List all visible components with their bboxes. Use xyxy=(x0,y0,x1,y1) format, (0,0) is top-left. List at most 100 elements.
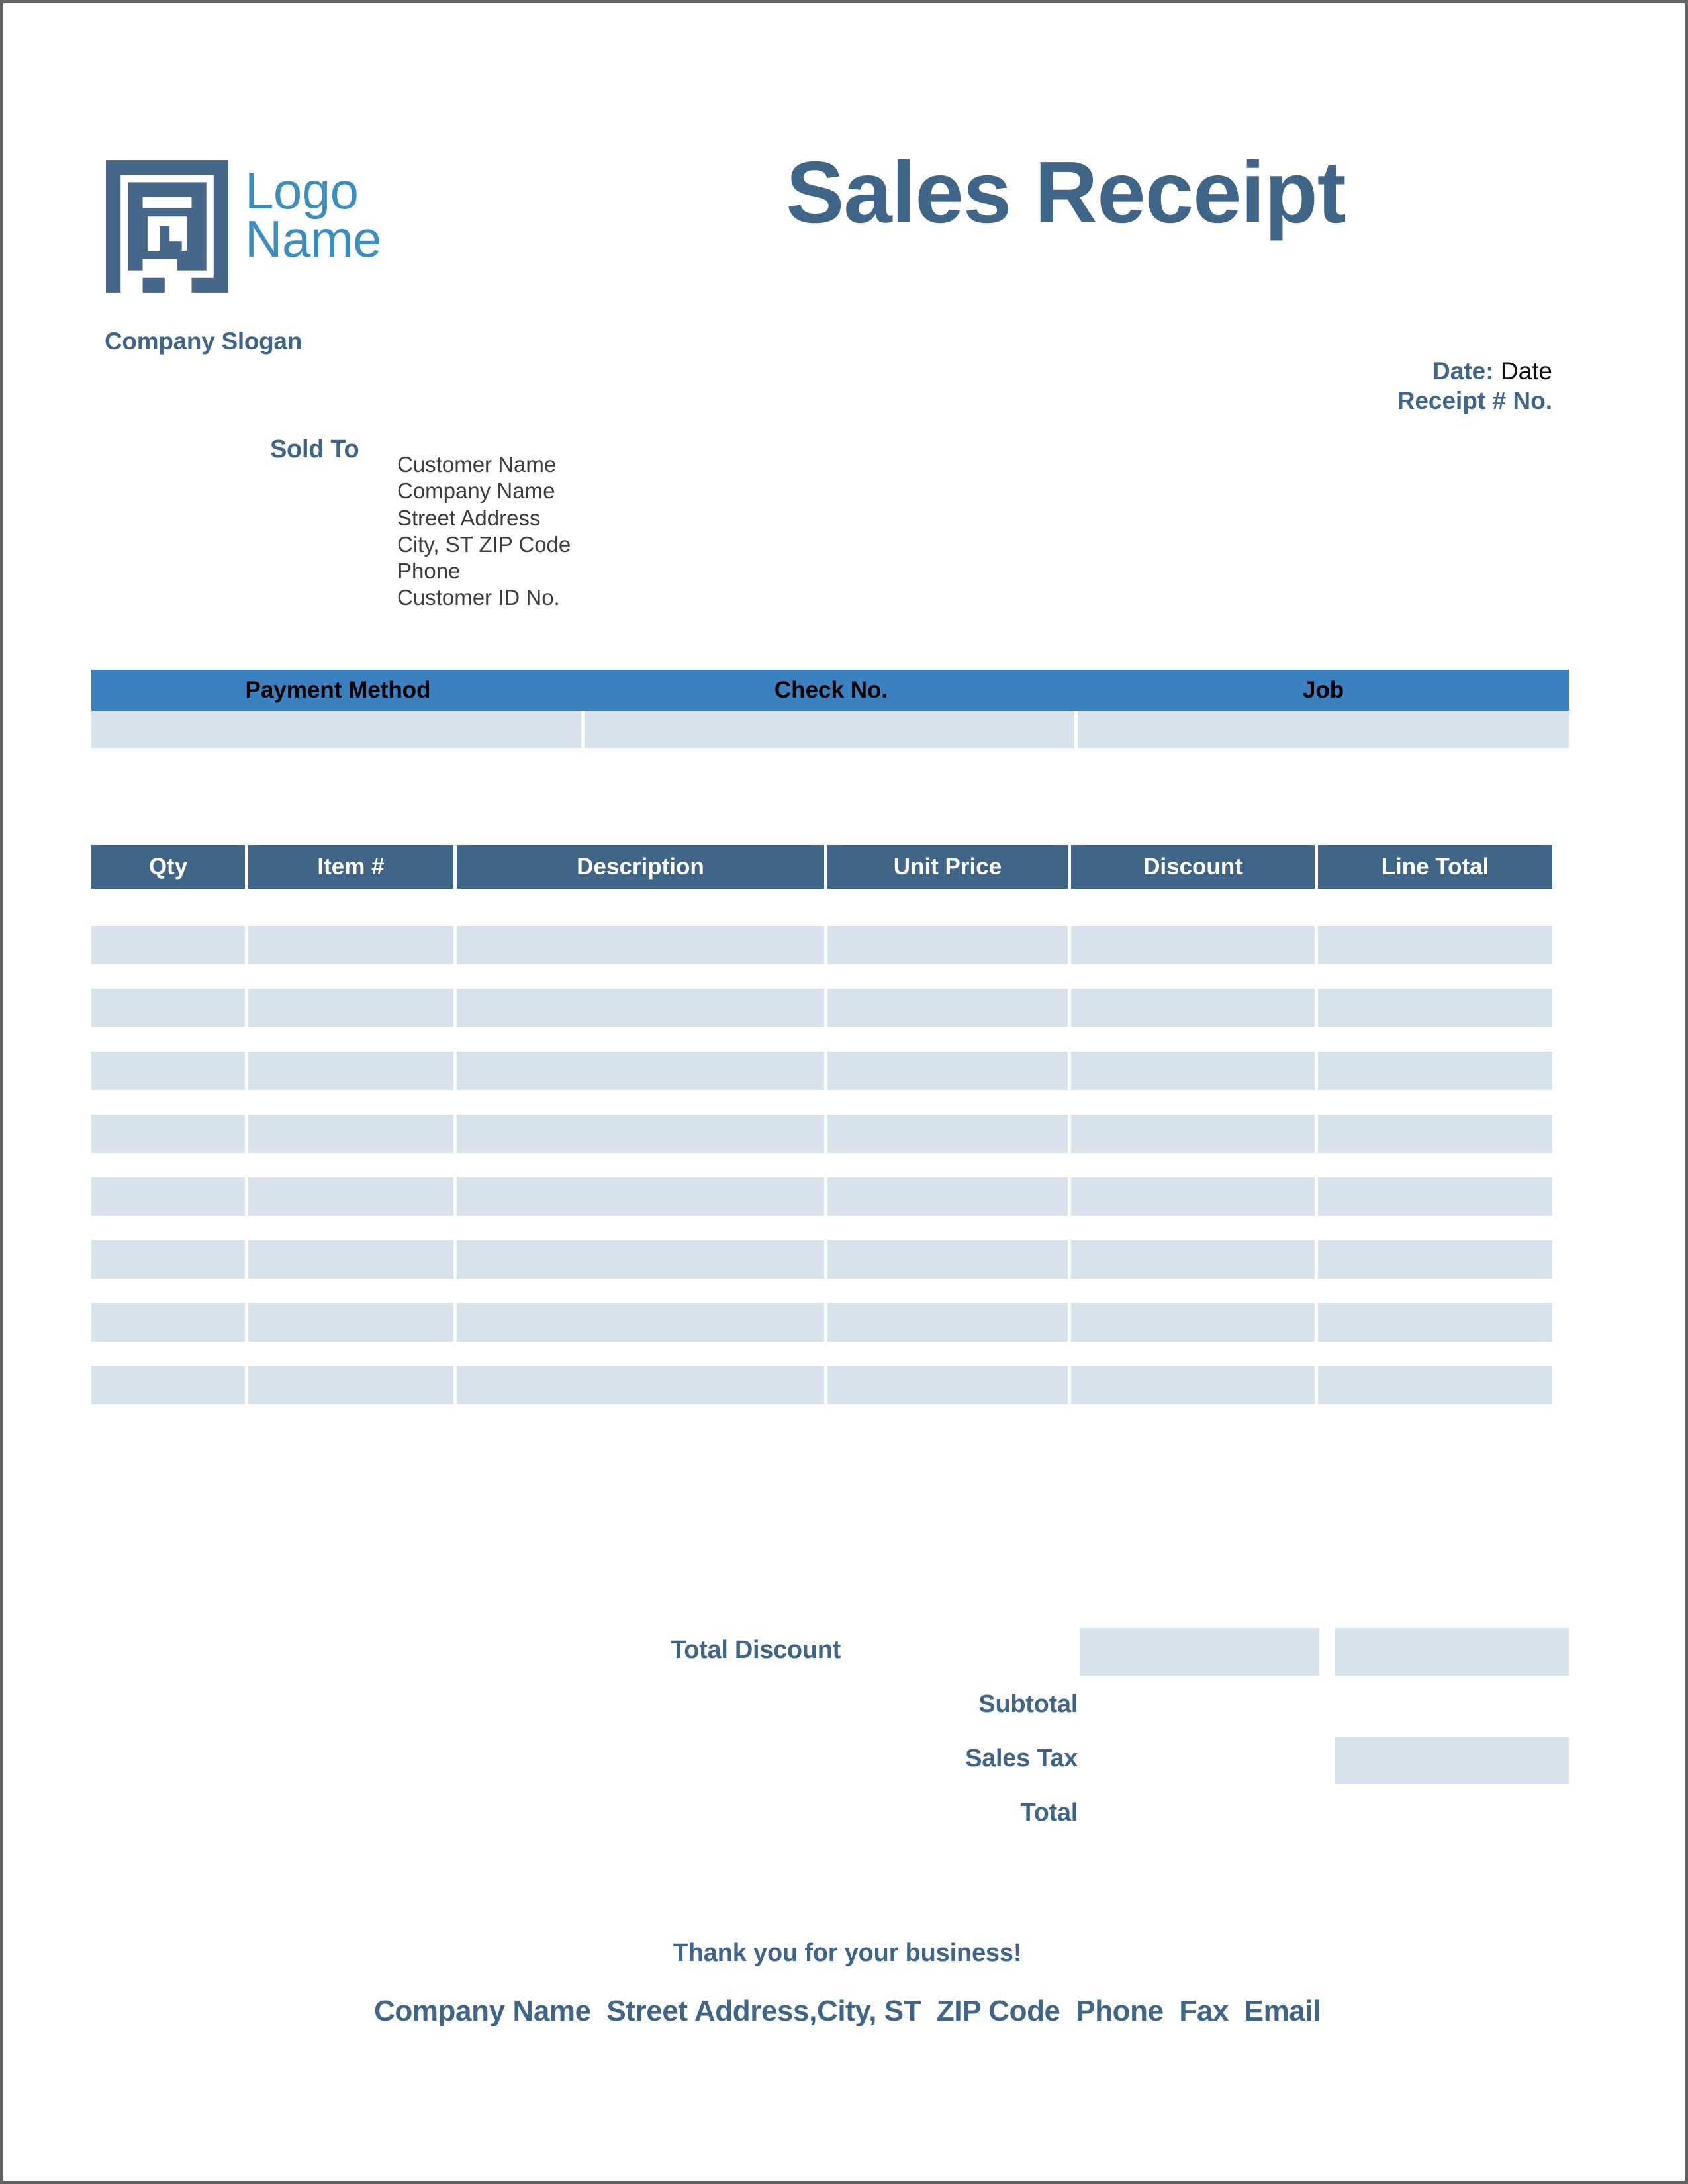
item-number-cell[interactable] xyxy=(248,1115,453,1153)
receipt-number-row: Receipt # No. xyxy=(1397,386,1552,416)
document-header: Logo Name Company Slogan Sales Receipt D… xyxy=(7,7,1685,415)
sold-to-address: Customer Name Company Name Street Addres… xyxy=(397,451,571,612)
table-row xyxy=(91,1052,1569,1090)
line-total-cell[interactable] xyxy=(1318,1052,1552,1090)
table-row xyxy=(91,1303,1569,1342)
unit-price-cell[interactable] xyxy=(827,1177,1068,1216)
qty-header: Qty xyxy=(91,845,245,889)
totals-section: Total Discount Subtotal Sales Tax Total xyxy=(91,1628,1569,1845)
payment-method-field[interactable] xyxy=(91,711,585,748)
line-total-cell[interactable] xyxy=(1318,1303,1552,1342)
sold-to-line[interactable]: City, ST ZIP Code xyxy=(397,531,571,558)
unit-price-cell[interactable] xyxy=(827,989,1068,1027)
unit-price-header: Unit Price xyxy=(827,845,1068,889)
discount-cell[interactable] xyxy=(1071,926,1315,964)
table-row xyxy=(91,1366,1569,1404)
discount-cell[interactable] xyxy=(1071,1115,1315,1153)
table-row xyxy=(91,989,1569,1027)
date-label: Date: xyxy=(1432,357,1494,385)
line-total-cell[interactable] xyxy=(1318,1177,1552,1216)
date-row: Date: Date xyxy=(1397,356,1552,386)
description-cell[interactable] xyxy=(457,1240,824,1279)
description-cell[interactable] xyxy=(457,1366,824,1404)
discount-header: Discount xyxy=(1071,845,1315,889)
unit-price-cell[interactable] xyxy=(827,1115,1068,1153)
description-cell[interactable] xyxy=(457,1303,824,1342)
discount-cell[interactable] xyxy=(1071,1240,1315,1279)
item-number-cell[interactable] xyxy=(248,989,453,1027)
unit-price-cell[interactable] xyxy=(827,1052,1068,1090)
item-number-header: Item # xyxy=(248,845,453,889)
check-no-field[interactable] xyxy=(585,711,1078,748)
item-number-cell[interactable] xyxy=(248,1177,453,1216)
sold-to-label: Sold To xyxy=(270,435,359,463)
receipt-sheet: Logo Name Company Slogan Sales Receipt D… xyxy=(7,7,1685,2181)
total-discount-row: Total Discount xyxy=(91,1628,1569,1682)
payment-table-header: Payment Method Check No. Job xyxy=(91,670,1569,711)
discount-cell[interactable] xyxy=(1071,1366,1315,1404)
total-discount-field[interactable] xyxy=(1080,1628,1319,1676)
total-discount-line-field[interactable] xyxy=(1335,1628,1569,1676)
unit-price-cell[interactable] xyxy=(827,1240,1068,1279)
total-discount-label: Total Discount xyxy=(671,1636,841,1664)
qty-cell[interactable] xyxy=(91,1052,245,1090)
items-table-header: Qty Item # Description Unit Price Discou… xyxy=(91,845,1569,889)
qty-cell[interactable] xyxy=(91,1303,245,1342)
date-value[interactable]: Date xyxy=(1501,357,1552,385)
receipt-number-label[interactable]: Receipt # No. xyxy=(1397,387,1552,414)
description-cell[interactable] xyxy=(457,1115,824,1153)
payment-table-row xyxy=(91,711,1569,748)
thank-you-message: Thank you for your business! xyxy=(673,1939,1022,1967)
line-total-cell[interactable] xyxy=(1318,1240,1552,1279)
sold-to-line[interactable]: Street Address xyxy=(397,505,571,531)
item-number-cell[interactable] xyxy=(248,1303,453,1342)
sold-to-line[interactable]: Customer ID No. xyxy=(397,584,571,611)
line-total-cell[interactable] xyxy=(1318,989,1552,1027)
discount-cell[interactable] xyxy=(1071,989,1315,1027)
job-header: Job xyxy=(1078,670,1569,711)
qty-cell[interactable] xyxy=(91,989,245,1027)
receipt-meta: Date: Date Receipt # No. xyxy=(1397,356,1552,416)
unit-price-cell[interactable] xyxy=(827,1366,1068,1404)
sales-tax-row: Sales Tax xyxy=(91,1737,1569,1791)
job-field[interactable] xyxy=(1078,711,1569,748)
qty-cell[interactable] xyxy=(91,1366,245,1404)
sales-tax-label: Sales Tax xyxy=(965,1745,1078,1772)
unit-price-cell[interactable] xyxy=(827,926,1068,964)
item-number-cell[interactable] xyxy=(248,1240,453,1279)
line-total-cell[interactable] xyxy=(1318,926,1552,964)
description-cell[interactable] xyxy=(457,1052,824,1090)
footer-contact-line: Company Name Street Address,City, ST ZIP… xyxy=(373,1995,1321,2027)
company-slogan: Company Slogan xyxy=(105,328,302,355)
discount-cell[interactable] xyxy=(1071,1303,1315,1342)
sold-to-line[interactable]: Phone xyxy=(397,558,571,584)
description-cell[interactable] xyxy=(457,989,824,1027)
sales-tax-field[interactable] xyxy=(1335,1737,1569,1784)
discount-cell[interactable] xyxy=(1071,1177,1315,1216)
subtotal-row: Subtotal xyxy=(91,1682,1569,1737)
total-label: Total xyxy=(1020,1799,1078,1827)
line-total-cell[interactable] xyxy=(1318,1366,1552,1404)
item-number-cell[interactable] xyxy=(248,926,453,964)
description-header: Description xyxy=(457,845,824,889)
line-total-header: Line Total xyxy=(1318,845,1552,889)
qty-cell[interactable] xyxy=(91,1177,245,1216)
discount-cell[interactable] xyxy=(1071,1052,1315,1090)
item-number-cell[interactable] xyxy=(248,1366,453,1404)
table-row xyxy=(91,926,1569,964)
qty-cell[interactable] xyxy=(91,1240,245,1279)
description-cell[interactable] xyxy=(457,926,824,964)
qty-cell[interactable] xyxy=(91,1115,245,1153)
sold-to-line[interactable]: Company Name xyxy=(397,478,571,504)
qty-cell[interactable] xyxy=(91,926,245,964)
line-total-cell[interactable] xyxy=(1318,1115,1552,1153)
sold-to-line[interactable]: Customer Name xyxy=(397,451,571,478)
table-row xyxy=(91,1240,1569,1279)
item-number-cell[interactable] xyxy=(248,1052,453,1090)
description-cell[interactable] xyxy=(457,1177,824,1216)
receipt-page: Logo Name Company Slogan Sales Receipt D… xyxy=(0,0,1688,2184)
page-title: Sales Receipt xyxy=(786,144,1346,241)
table-row xyxy=(91,1115,1569,1153)
check-no-header: Check No. xyxy=(585,670,1078,711)
unit-price-cell[interactable] xyxy=(827,1303,1068,1342)
